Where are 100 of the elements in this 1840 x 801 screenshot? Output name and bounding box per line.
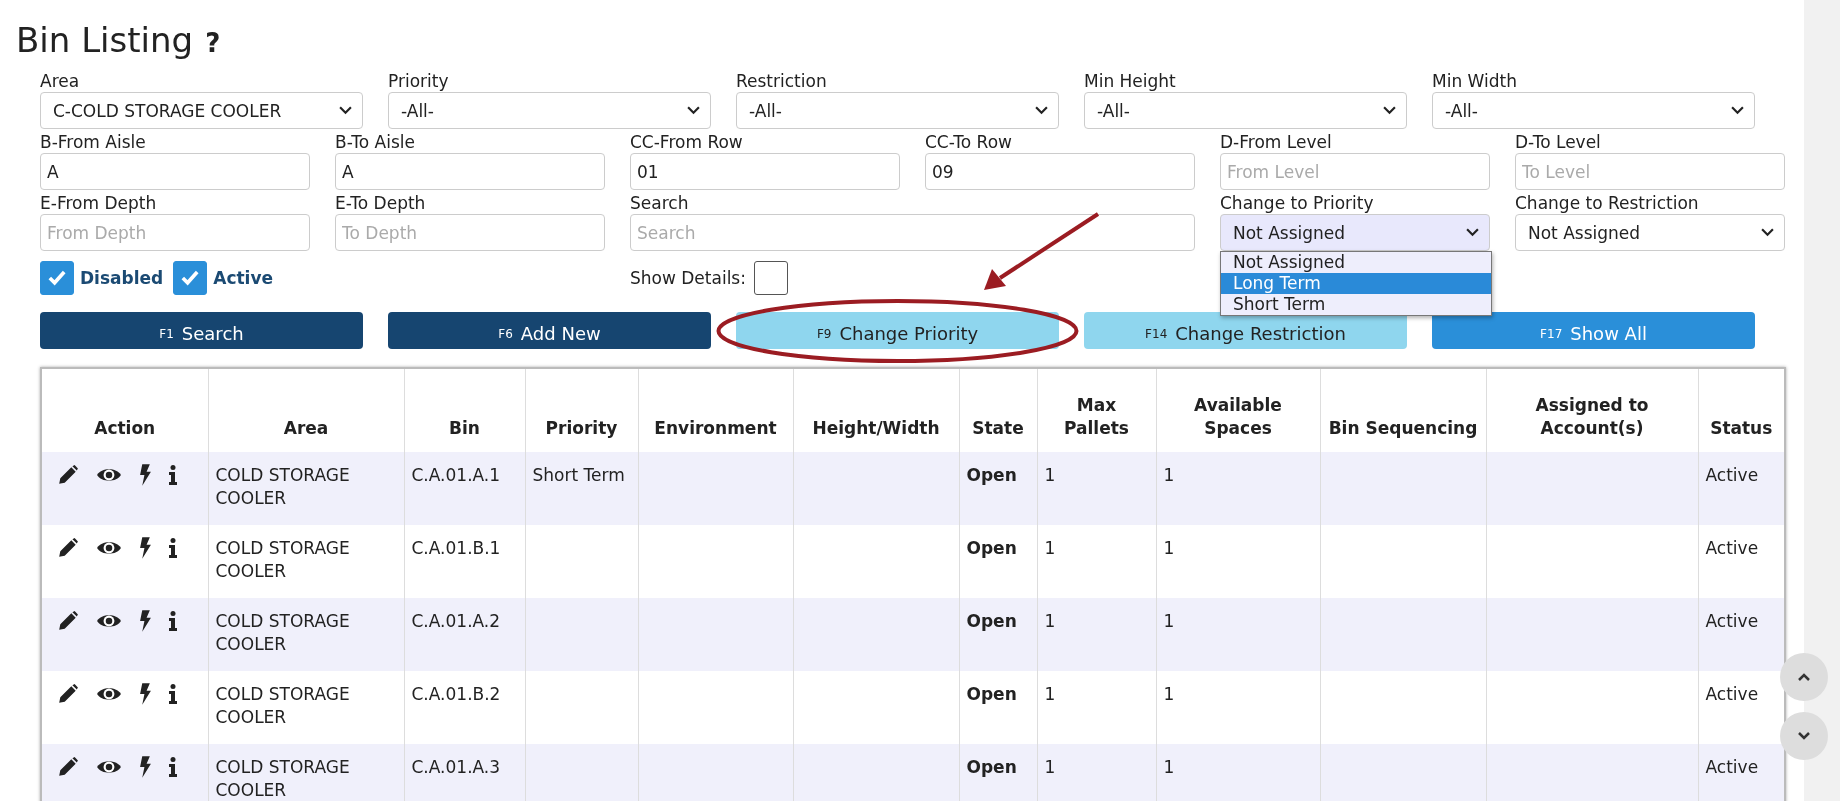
eye-icon[interactable] — [96, 612, 122, 630]
field-label: Restriction — [736, 70, 827, 92]
eye-icon[interactable] — [96, 466, 122, 484]
action-button[interactable]: F1 Search — [40, 312, 363, 349]
table-cell: 1 — [1163, 684, 1175, 704]
table-cell: Short Term — [532, 465, 625, 485]
help-icon[interactable]: ? — [205, 28, 221, 58]
scrollbar[interactable] — [1804, 0, 1840, 801]
chevron-down-icon — [1383, 106, 1396, 115]
table-cell: 1 — [1044, 611, 1056, 631]
chevron-down-icon — [1731, 106, 1744, 115]
table-cell: C.A.01.A.1 — [411, 465, 501, 485]
chevron-up-icon — [1798, 673, 1810, 681]
input-field[interactable]: A — [40, 153, 310, 190]
pencil-icon[interactable] — [57, 683, 79, 705]
field-label: Change to Priority — [1220, 192, 1374, 214]
eye-icon[interactable] — [96, 758, 122, 776]
checkbox[interactable] — [173, 261, 208, 295]
chevron-down-icon — [1466, 228, 1479, 237]
lightning-bolt-icon[interactable] — [139, 683, 152, 705]
table-cell: COLD STORAGE COOLER — [215, 465, 350, 508]
lightning-bolt-icon[interactable] — [139, 756, 152, 778]
dropdown[interactable]: -All- — [388, 92, 711, 129]
pencil-icon[interactable] — [57, 537, 79, 559]
action-button[interactable]: F9 Change Priority — [736, 312, 1059, 349]
dropdown-option[interactable]: Short Term — [1221, 294, 1491, 315]
table-cell: C.A.01.B.2 — [411, 684, 501, 704]
field-label: B-From Aisle — [40, 131, 146, 153]
field-label: E-To Depth — [335, 192, 426, 214]
page-title: Bin Listing — [16, 20, 194, 60]
dropdown[interactable]: Not Assigned — [1220, 214, 1490, 251]
table-cell: 1 — [1163, 465, 1175, 485]
table-cell: Active — [1705, 465, 1759, 485]
dropdown-option[interactable]: Not Assigned — [1221, 252, 1491, 273]
pencil-icon[interactable] — [57, 464, 79, 486]
table-cell: C.A.01.A.2 — [411, 611, 501, 631]
field-label: Area — [40, 70, 80, 92]
lightning-bolt-icon[interactable] — [139, 610, 152, 632]
table-cell: Open — [966, 684, 1017, 704]
table-cell: 1 — [1044, 684, 1056, 704]
table-cell: 1 — [1163, 611, 1175, 631]
eye-icon[interactable] — [96, 685, 122, 703]
table-cell: Active — [1705, 684, 1759, 704]
info-icon[interactable] — [169, 756, 177, 778]
field-label: D-To Level — [1515, 131, 1601, 153]
table-cell: 1 — [1163, 757, 1175, 777]
table-cell: 1 — [1044, 757, 1056, 777]
input-field[interactable]: A — [335, 153, 605, 190]
chevron-down-icon — [1798, 732, 1810, 740]
field-label: CC-To Row — [925, 131, 1012, 153]
table-cell: Active — [1705, 611, 1759, 631]
field-label: Priority — [388, 70, 449, 92]
dropdown-option[interactable]: Long Term — [1221, 273, 1491, 294]
checkbox[interactable] — [40, 261, 74, 295]
table-cell: C.A.01.B.1 — [411, 538, 501, 558]
field-label: Min Width — [1432, 70, 1517, 92]
dropdown[interactable]: C-COLD STORAGE COOLER — [40, 92, 363, 129]
lightning-bolt-icon[interactable] — [139, 464, 152, 486]
checkbox-label: Show Details: — [630, 268, 746, 288]
table-cell: Open — [966, 757, 1017, 777]
dropdown[interactable]: -All- — [1432, 92, 1755, 129]
action-button[interactable]: F14 Change Restriction — [1084, 312, 1407, 349]
dropdown[interactable]: -All- — [1084, 92, 1407, 129]
table-cell: Open — [966, 465, 1017, 485]
action-button[interactable]: F6 Add New — [388, 312, 711, 349]
table-cell: 1 — [1044, 538, 1056, 558]
dropdown[interactable]: -All- — [736, 92, 1059, 129]
input-field[interactable]: 09 — [925, 153, 1195, 190]
input-field[interactable]: From Depth — [40, 214, 310, 251]
lightning-bolt-icon[interactable] — [139, 537, 152, 559]
table-cell: Open — [966, 611, 1017, 631]
checkbox-label: Active — [213, 268, 274, 288]
pencil-icon[interactable] — [57, 756, 79, 778]
input-field[interactable]: From Level — [1220, 153, 1490, 190]
search-field[interactable]: Search — [630, 214, 1195, 251]
info-icon[interactable] — [169, 464, 177, 486]
eye-icon[interactable] — [96, 539, 122, 557]
field-label: D-From Level — [1220, 131, 1332, 153]
info-icon[interactable] — [169, 610, 177, 632]
pencil-icon[interactable] — [57, 610, 79, 632]
checkbox[interactable] — [753, 261, 788, 295]
chevron-down-icon — [1035, 106, 1048, 115]
field-label: Search — [630, 192, 689, 214]
table-cell: COLD STORAGE COOLER — [215, 757, 350, 800]
table-cell: COLD STORAGE COOLER — [215, 538, 350, 581]
input-field[interactable]: 01 — [630, 153, 900, 190]
field-label: Min Height — [1084, 70, 1176, 92]
table-cell: Active — [1705, 538, 1759, 558]
info-icon[interactable] — [169, 537, 177, 559]
checkbox-label: Disabled — [80, 268, 164, 288]
table-cell: COLD STORAGE COOLER — [215, 684, 350, 727]
table-cell: Open — [966, 538, 1017, 558]
table-cell: 1 — [1163, 538, 1175, 558]
dropdown[interactable]: Not Assigned — [1515, 214, 1785, 251]
info-icon[interactable] — [169, 683, 177, 705]
chevron-down-icon — [687, 106, 700, 115]
input-field[interactable]: To Depth — [335, 214, 605, 251]
chevron-down-icon — [1761, 228, 1774, 237]
table-cell: C.A.01.A.3 — [411, 757, 501, 777]
input-field[interactable]: To Level — [1515, 153, 1785, 190]
